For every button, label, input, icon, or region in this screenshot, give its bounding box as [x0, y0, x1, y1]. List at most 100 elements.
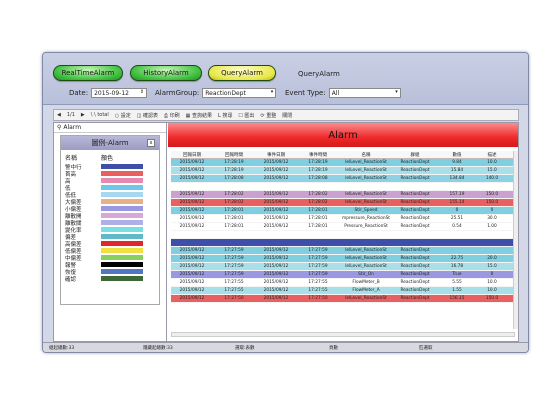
table-cell: 17:28:19	[224, 168, 244, 173]
table-row[interactable]: 2015/09/12 17:28:19 2015/09/12 17:28:19 lelL…	[171, 159, 515, 167]
column-header[interactable]: 回報時間	[213, 151, 255, 158]
history-alarm-button[interactable]: HistoryAlarm	[130, 65, 202, 81]
table-cell: 2015/09/12	[263, 168, 289, 173]
date-label: Date:	[69, 89, 89, 97]
table-cell	[437, 247, 477, 254]
table-cell: 15.0	[487, 264, 497, 269]
table-cell: lelLevel_ReactionSt	[345, 160, 387, 165]
legend-col-name: 名稱	[65, 155, 78, 162]
table-cell	[437, 231, 477, 238]
alarm-banner: Alarm	[168, 123, 518, 147]
close-icon[interactable]: x	[147, 139, 155, 147]
table-cell: 17:27:59	[308, 272, 328, 277]
table-cell: 17:28:19	[224, 160, 244, 165]
horizontal-scrollbar[interactable]	[171, 332, 515, 337]
table-row[interactable]: 2015/09/12 17:28:01 2015/09/12 17:28:01 mpre…	[171, 215, 515, 223]
table-cell: 2015/09/12	[263, 224, 289, 229]
table-cell: 17:28:08	[224, 176, 244, 181]
table-cell: 2015/09/12	[263, 272, 289, 277]
table-cell: 2015/09/12	[263, 216, 289, 221]
table-cell: ReactionDept	[400, 272, 430, 277]
table-row[interactable]: 2015/09/12 17:27:59 2015/09/12 17:27:59 lelL…	[171, 255, 515, 263]
column-header[interactable]: 數值	[437, 151, 477, 158]
table-row[interactable]: 2015/09/12 17:27:55 2015/09/12 17:27:55 Flow…	[171, 279, 515, 287]
query-alarm-button[interactable]: QueryAlarm	[208, 65, 276, 81]
next-page-button[interactable]: ▶	[81, 112, 85, 118]
date-value: 2015-09-12	[94, 89, 129, 97]
table-cell: 2015/09/12	[263, 256, 289, 261]
table-cell: 2015/09/12	[179, 200, 205, 205]
table-cell: ReactionDept	[400, 200, 430, 205]
table-cell: 134.84	[449, 176, 465, 181]
table-cell	[213, 239, 255, 246]
report-content: ⚲ Alarm 圖例-Alarm x 名稱 顏色 警中行 首高高低低低 大偏差 小偏差…	[53, 122, 519, 342]
table-row[interactable]: 2015/09/12 17:28:01 2015/09/12 17:28:01 Pres…	[171, 223, 515, 231]
table-cell	[213, 183, 255, 190]
table-row[interactable]: 2015/09/12 17:28:19 2015/09/12 17:28:19 lelL…	[171, 167, 515, 175]
realtime-alarm-button[interactable]: RealTimeAlarm	[53, 65, 123, 81]
table-cell	[393, 239, 437, 246]
spin-icon: ⇕	[139, 89, 145, 95]
column-header[interactable]: 描述	[477, 151, 507, 158]
confirm-button[interactable]: ◫ 確認表	[137, 112, 158, 119]
total-field[interactable]: \ \ total	[91, 112, 109, 118]
table-row[interactable]	[171, 183, 515, 191]
table-row[interactable]: 2015/09/12 17:27:55 2015/09/12 17:27:55 Flow…	[171, 287, 515, 295]
print-button[interactable]: ⎙ 印刷	[164, 112, 180, 119]
table-row[interactable]: 2015/09/12 17:28:02 2015/09/12 17:28:02 lelL…	[171, 199, 515, 207]
table-row[interactable]	[171, 239, 515, 247]
alarm-group-select[interactable]: ReactionDept ▾	[202, 88, 277, 98]
table-cell: 2015/09/12	[263, 192, 289, 197]
table-cell: 17:27:55	[308, 288, 328, 293]
legend-color-swatch	[101, 171, 143, 176]
tree-root[interactable]: ⚲ Alarm	[54, 123, 166, 133]
table-cell: 17:28:02	[224, 200, 244, 205]
table-cell: ReactionDept	[400, 168, 430, 173]
chevron-down-icon: ▾	[270, 89, 274, 95]
query-result-button[interactable]: ▦ 查詢結果	[186, 112, 212, 119]
table-cell: 17:28:01	[224, 224, 244, 229]
refresh-button[interactable]: ⟳ 重整	[260, 112, 276, 119]
table-cell: 150.0	[485, 296, 499, 301]
legend-item: 確認	[61, 275, 159, 283]
legend-color-swatch	[101, 185, 143, 190]
table-row[interactable]: 2015/09/12 17:27:59 2015/09/12 17:27:59 lelL…	[171, 263, 515, 271]
column-header[interactable]: 回報日期	[171, 151, 213, 158]
table-cell: 15.0	[487, 168, 497, 173]
table-cell: 25.51	[450, 216, 464, 221]
table-cell: 0	[490, 208, 494, 213]
date-field[interactable]: 2015-09-12 ⇕	[91, 88, 148, 98]
first-page-button[interactable]: ◀	[57, 112, 61, 118]
table-row[interactable]: 2015/09/12 17:27:50 2015/09/12 17:27:50 lelL…	[171, 295, 515, 303]
table-cell: 155.14	[449, 200, 465, 205]
table-row[interactable]: 2015/09/12 17:27:59 2015/09/12 17:27:59 lelL…	[171, 247, 515, 255]
close-button[interactable]: 關閉	[282, 112, 292, 119]
column-header[interactable]: 事件時間	[297, 151, 339, 158]
settings-button[interactable]: ○ 設定	[115, 112, 131, 119]
table-cell	[477, 183, 507, 190]
legend-color-swatch	[101, 220, 143, 225]
table-cell: 9.84	[452, 160, 462, 165]
search-button[interactable]: L 搜尋	[218, 112, 232, 119]
table-cell: 30.0	[487, 216, 497, 221]
table-row[interactable]: 2015/09/12 17:28:01 2015/09/12 17:28:01 Stir…	[171, 207, 515, 215]
export-button[interactable]: ☐ 匯出	[238, 112, 254, 119]
legend-title-text: 圖例-Alarm	[91, 139, 129, 147]
table-row[interactable]: 2015/09/12 17:27:59 2015/09/12 17:27:59 Stir…	[171, 271, 515, 279]
search-icon: ⚲	[57, 124, 62, 131]
column-header[interactable]: 事件日期	[255, 151, 297, 158]
table-cell: 20.0	[487, 256, 497, 261]
table-row[interactable]: 2015/09/12 17:28:08 2015/09/12 17:28:08 lelL…	[171, 175, 515, 183]
vertical-scrollbar[interactable]	[513, 151, 518, 329]
table-row[interactable]	[171, 231, 515, 239]
table-cell: ReactionDept	[400, 288, 430, 293]
column-header[interactable]: 名稱	[339, 151, 393, 158]
table-cell: ReactionDept	[400, 208, 430, 213]
table-cell: 5.55	[452, 280, 462, 285]
table-cell	[171, 231, 213, 238]
status-hidden: 隱藏起總數:33	[143, 345, 173, 351]
legend-title: 圖例-Alarm x	[61, 136, 159, 150]
event-type-select[interactable]: All ▾	[328, 88, 401, 98]
column-header[interactable]: 群組	[393, 151, 437, 158]
table-row[interactable]: 2015/09/12 17:28:02 2015/09/12 17:28:02 lelL…	[171, 191, 515, 199]
